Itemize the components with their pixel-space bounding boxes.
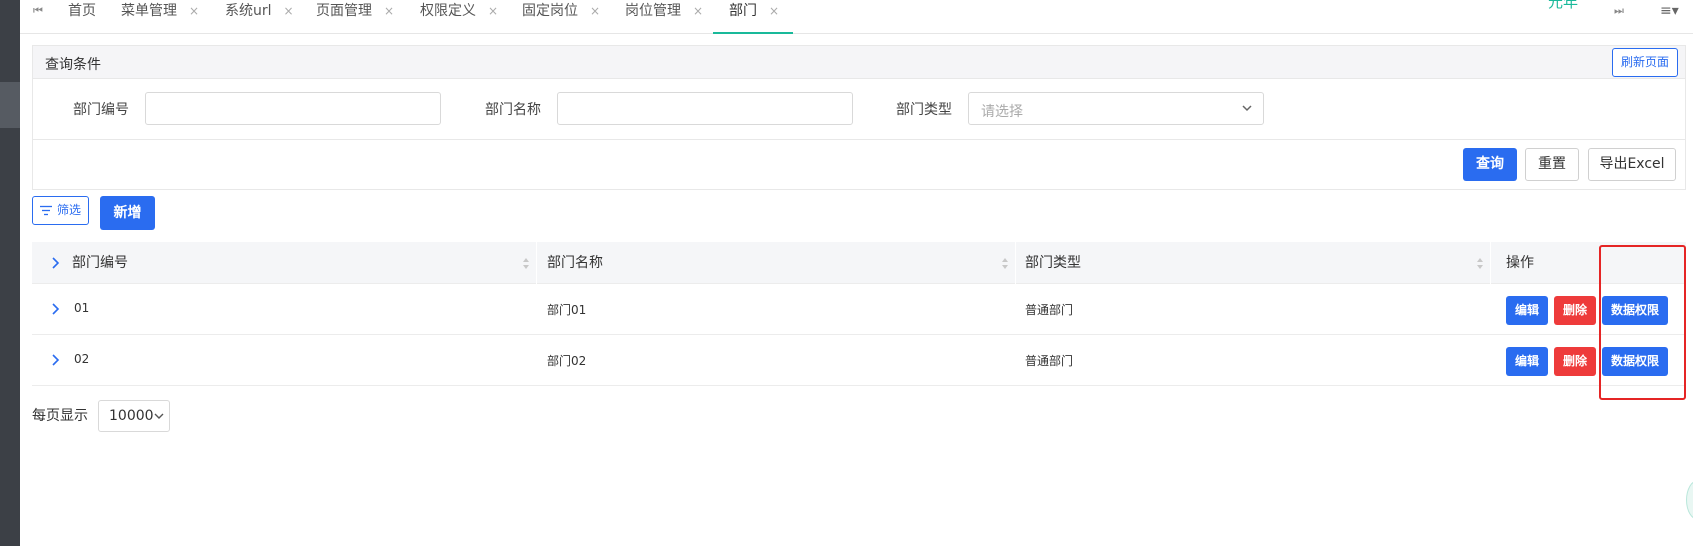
column-header-type[interactable]: 部门类型 (1025, 242, 1081, 284)
annotation-highlight-box (1599, 245, 1686, 400)
page-size-label: 每页显示 (32, 408, 88, 424)
expand-row-icon[interactable] (50, 303, 60, 315)
cell-type: 普通部门 (1025, 354, 1074, 368)
tab-close-icon[interactable]: × (769, 4, 779, 18)
dept-code-label: 部门编号 (73, 102, 129, 118)
expand-all-icon[interactable] (50, 257, 60, 269)
table-row: 02 部门02 普通部门 编辑 删除 数据权限 (32, 335, 1686, 386)
tab-permission-definition[interactable]: 权限定义 × (420, 0, 498, 34)
cell-name: 部门01 (547, 303, 587, 317)
filter-label: 筛选 (57, 203, 82, 217)
tab-label: 岗位管理 (625, 3, 681, 19)
query-panel-title: 查询条件 (45, 57, 101, 73)
column-separator (1015, 242, 1016, 284)
dept-type-placeholder: 请选择 (981, 104, 1023, 120)
edit-button[interactable]: 编辑 (1506, 296, 1548, 325)
tab-close-icon[interactable]: × (693, 4, 703, 18)
floating-side-button[interactable] (1686, 480, 1693, 520)
column-header-code[interactable]: 部门编号 (72, 242, 128, 284)
department-table: 部门编号 部门名称 部门类型 操作 01 部门01 普通部门 编辑 删除 数据权… (32, 242, 1686, 386)
tab-close-icon[interactable]: × (590, 4, 600, 18)
dept-type-select[interactable]: 请选择 (968, 92, 1264, 125)
sort-icon[interactable] (1001, 257, 1009, 270)
tab-label: 系统url (225, 3, 272, 19)
tab-page-management[interactable]: 页面管理 × (316, 0, 394, 34)
partial-header-text: 元年 (1548, 0, 1579, 11)
tab-label: 首页 (68, 3, 96, 19)
chevron-down-icon (154, 413, 164, 419)
tab-position-management[interactable]: 岗位管理 × (625, 0, 703, 34)
tab-menu-management[interactable]: 菜单管理 × (121, 0, 199, 34)
tab-close-icon[interactable]: × (384, 4, 394, 18)
dept-name-input[interactable] (557, 92, 853, 125)
column-header-actions: 操作 (1506, 255, 1534, 271)
tab-close-icon[interactable]: × (189, 4, 199, 18)
refresh-page-button[interactable]: 刷新页面 (1612, 48, 1678, 77)
reset-button[interactable]: 重置 (1525, 148, 1579, 181)
cell-code: 01 (74, 301, 90, 315)
query-panel: 查询条件 刷新页面 部门编号 部门名称 部门类型 请选择 查询 重置 导出Exc… (32, 45, 1686, 190)
tab-label: 固定岗位 (522, 3, 578, 19)
column-separator (1490, 242, 1491, 284)
cell-name: 部门02 (547, 354, 587, 368)
filter-button[interactable]: 筛选 (32, 196, 89, 225)
left-sidebar (0, 0, 20, 546)
table-row: 01 部门01 普通部门 编辑 删除 数据权限 (32, 284, 1686, 335)
sort-icon[interactable] (1476, 257, 1484, 270)
tab-home[interactable]: 首页 (68, 0, 96, 34)
tab-system-url[interactable]: 系统url × (225, 0, 294, 34)
chevron-down-icon (1242, 105, 1252, 112)
query-panel-header: 查询条件 刷新页面 (33, 46, 1685, 79)
tab-label: 权限定义 (420, 3, 476, 19)
cell-code: 02 (74, 352, 90, 366)
dept-code-input[interactable] (145, 92, 441, 125)
tab-label: 菜单管理 (121, 3, 177, 19)
filter-icon (40, 205, 52, 216)
expand-row-icon[interactable] (50, 354, 60, 366)
sort-icon[interactable] (522, 257, 530, 270)
tab-department[interactable]: 部门 × (712, 0, 794, 34)
column-separator (536, 242, 537, 284)
export-excel-button[interactable]: 导出Excel (1588, 148, 1676, 181)
edit-button[interactable]: 编辑 (1506, 347, 1548, 376)
tab-label: 部门 (729, 3, 757, 19)
page-size-value: 10000 (109, 408, 154, 424)
search-button[interactable]: 查询 (1463, 148, 1517, 181)
cell-type: 普通部门 (1025, 303, 1074, 317)
tab-label: 页面管理 (316, 3, 372, 19)
add-button[interactable]: 新增 (100, 196, 155, 230)
tab-menu-icon[interactable]: ≡▾ (1660, 0, 1679, 22)
column-header-name[interactable]: 部门名称 (547, 242, 603, 284)
delete-button[interactable]: 删除 (1554, 296, 1596, 325)
tab-close-icon[interactable]: × (284, 4, 294, 18)
query-divider (33, 139, 1685, 140)
table-header: 部门编号 部门名称 部门类型 操作 (32, 242, 1686, 284)
delete-button[interactable]: 删除 (1554, 347, 1596, 376)
tab-bar: ⏮ 首页 菜单管理 × 系统url × 页面管理 × 权限定义 × 固定岗位 × 岗位管理… (20, 0, 1693, 34)
tab-scroll-last-icon[interactable]: ⏭ (1614, 0, 1624, 22)
tab-fixed-position[interactable]: 固定岗位 × (522, 0, 600, 34)
tab-close-icon[interactable]: × (488, 4, 498, 18)
dept-name-label: 部门名称 (485, 102, 541, 118)
sidebar-active-indicator (0, 82, 20, 128)
tab-scroll-first-icon[interactable]: ⏮ (33, 0, 43, 22)
dept-type-label: 部门类型 (896, 102, 952, 118)
page-size-select[interactable]: 10000 (98, 400, 170, 432)
